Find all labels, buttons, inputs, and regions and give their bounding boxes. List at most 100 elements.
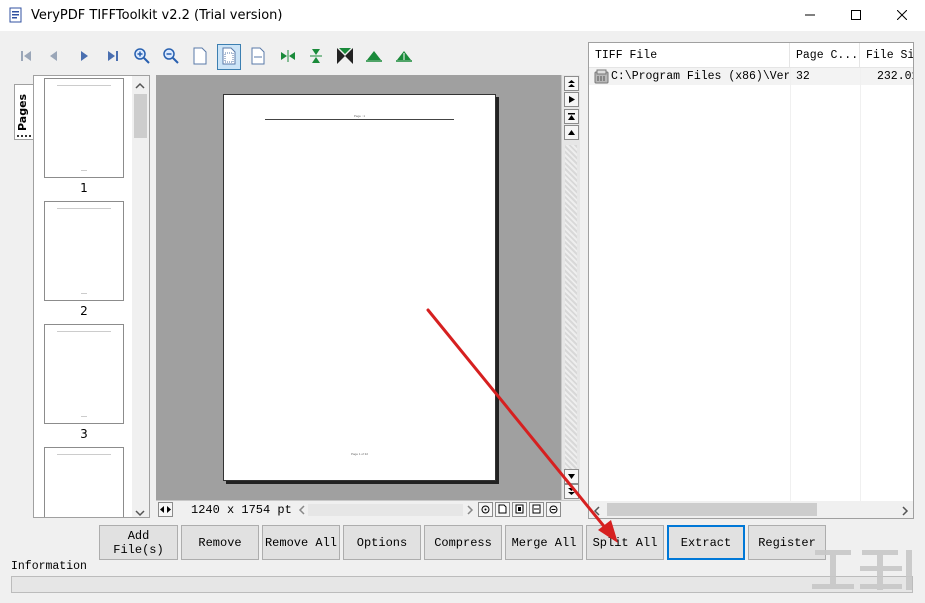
page-width-icon <box>532 503 541 517</box>
compress-button[interactable]: Compress <box>424 525 502 560</box>
scroll-down-icon[interactable] <box>135 506 145 517</box>
rotate-icon <box>336 47 354 68</box>
flip-vertical-button[interactable] <box>304 44 328 70</box>
up-end-icon <box>567 110 576 124</box>
double-down-icon <box>567 485 576 499</box>
target-icon <box>481 503 490 517</box>
scroll-right-icon[interactable] <box>901 505 909 518</box>
fit-page-icon <box>192 47 208 68</box>
zoom-out-small-button[interactable] <box>546 502 561 517</box>
zoom-default-button[interactable] <box>478 502 493 517</box>
fit-page-small-button[interactable] <box>495 502 510 517</box>
page-header-text: Page : 1 <box>353 114 366 118</box>
actual-size-small-button[interactable] <box>512 502 527 517</box>
merge-all-button[interactable]: Merge All <box>505 525 583 560</box>
horizontal-scroll-track[interactable] <box>308 504 463 516</box>
options-button[interactable]: Options <box>343 525 421 560</box>
table-row[interactable]: C:\Program Files (x86)\Ver... 32 232.01 <box>589 68 913 85</box>
scrollbar-thumb[interactable] <box>607 503 817 516</box>
fit-width-icon <box>250 47 266 68</box>
close-button[interactable] <box>879 0 925 31</box>
page-actual-icon <box>515 503 524 517</box>
scroll-up-icon[interactable] <box>135 79 145 93</box>
column-header-file-size[interactable]: File Siz <box>860 43 913 68</box>
thumbnail-page-1[interactable] <box>44 78 124 178</box>
file-path-cell: C:\Program Files (x86)\Ver... <box>611 70 789 83</box>
arrows-horizontal-icon <box>160 503 171 517</box>
next-page-scroll-button[interactable] <box>564 92 579 107</box>
scroll-up-button[interactable] <box>564 109 579 124</box>
previous-page-icon <box>46 48 62 67</box>
first-page-button[interactable] <box>14 44 38 70</box>
split-all-button[interactable]: Split All <box>586 525 664 560</box>
file-list-horizontal-scrollbar[interactable] <box>589 501 913 518</box>
thumbnail-number: 1 <box>80 181 88 195</box>
previous-page-button[interactable] <box>42 44 66 70</box>
rotate-left-icon <box>365 48 383 67</box>
next-page-button[interactable] <box>72 44 96 70</box>
thumbnail-panel[interactable]: 1 2 3 <box>33 75 150 518</box>
play-icon <box>567 93 576 107</box>
zoom-out-button[interactable] <box>159 44 183 70</box>
thumbnail-page-4[interactable] <box>44 447 124 517</box>
zoom-in-icon <box>133 47 151 68</box>
minimize-button[interactable] <box>787 0 833 31</box>
page-icon <box>498 503 507 517</box>
fit-width-button[interactable] <box>246 44 270 70</box>
scroll-left-icon[interactable] <box>593 505 601 518</box>
chevron-up-icon <box>567 126 576 140</box>
pages-tab[interactable]: Pages <box>14 84 33 140</box>
file-list[interactable]: TIFF File Page C... File Siz C:\Program … <box>588 42 914 519</box>
preview-page: Page : 1 Page 1 of 32 <box>223 94 496 481</box>
fit-width-small-button[interactable] <box>529 502 544 517</box>
pages-tab-label: Pages <box>16 93 29 131</box>
app-icon <box>8 7 24 23</box>
panel-splitter[interactable] <box>581 42 587 519</box>
horizontal-pan-button[interactable] <box>158 502 173 517</box>
scrollbar-thumb[interactable] <box>134 94 147 138</box>
remove-all-button[interactable]: Remove All <box>262 525 340 560</box>
minus-icon <box>549 503 558 517</box>
page-footer-text: Page 1 of 32 <box>350 452 368 456</box>
rotate-left-button[interactable] <box>362 44 386 70</box>
thumbnail-number: 2 <box>80 304 88 318</box>
thumbnail-number: 3 <box>80 427 88 441</box>
file-size-cell: 232.01 <box>877 70 913 83</box>
zoom-in-button[interactable] <box>130 44 154 70</box>
zoom-out-icon <box>162 47 180 68</box>
scroll-left-icon[interactable] <box>298 504 306 518</box>
page-count-cell: 32 <box>796 70 810 83</box>
last-page-icon <box>105 48 121 67</box>
maximize-button[interactable] <box>833 0 879 31</box>
last-page-button[interactable] <box>101 44 125 70</box>
actual-size-button[interactable] <box>217 44 241 70</box>
double-up-icon <box>567 77 576 91</box>
thumbnail-page-2[interactable] <box>44 201 124 301</box>
add-files-button[interactable]: Add File(s) <box>99 525 178 560</box>
preview-vertical-scrollbar[interactable] <box>561 75 580 500</box>
maximize-icon <box>851 9 861 23</box>
scroll-bottom-button[interactable] <box>564 484 579 499</box>
remove-button[interactable]: Remove <box>181 525 259 560</box>
scroll-line-down-button[interactable] <box>564 469 579 484</box>
thumbnail-scrollbar[interactable] <box>132 76 149 517</box>
scroll-right-icon[interactable] <box>466 504 474 518</box>
flip-horizontal-button[interactable] <box>276 44 300 70</box>
scroll-top-button[interactable] <box>564 76 579 91</box>
fit-page-button[interactable] <box>188 44 212 70</box>
scroll-line-up-button[interactable] <box>564 125 579 140</box>
column-header-tiff-file[interactable]: TIFF File <box>589 43 790 68</box>
column-header-page-count[interactable]: Page C... <box>790 43 860 68</box>
rotate-right-button[interactable] <box>392 44 416 70</box>
preview-status-bar: 1240 x 1754 pt <box>156 500 580 518</box>
close-icon <box>896 9 908 23</box>
page-dimensions: 1240 x 1754 pt <box>191 503 292 517</box>
next-page-icon <box>76 48 92 67</box>
title-bar: VeryPDF TIFFToolkit v2.2 (Trial version) <box>0 0 925 31</box>
thumbnail-page-3[interactable] <box>44 324 124 424</box>
rotate-button[interactable] <box>333 44 357 70</box>
page-preview[interactable]: Page : 1 Page 1 of 32 <box>156 75 561 500</box>
flip-horizontal-icon <box>279 48 297 67</box>
window-title: VeryPDF TIFFToolkit v2.2 (Trial version) <box>31 8 283 23</box>
extract-button[interactable]: Extract <box>667 525 745 560</box>
